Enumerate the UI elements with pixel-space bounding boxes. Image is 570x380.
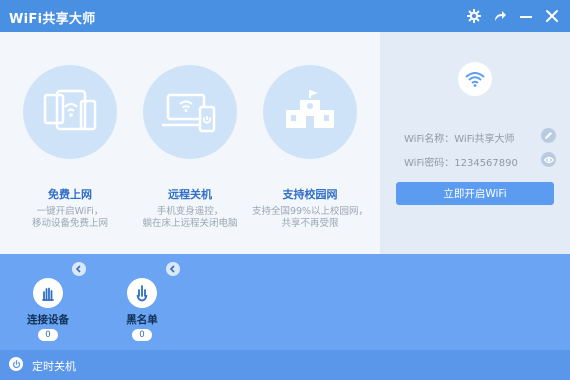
feature-desc-line: 手机变身遥控，: [156, 206, 224, 217]
feature-desc: 手机变身遥控， 躺在床上远程关闭电脑: [130, 206, 250, 230]
pencil-icon: [545, 132, 552, 139]
school-building-icon: [286, 90, 334, 128]
wifi-password-row: WiFi密码：1234567890: [404, 152, 556, 169]
hand-stop-icon: [136, 285, 148, 302]
chevron-left-icon: [75, 265, 81, 273]
wifi-settings-panel: WiFi名称：WiFi共享大师 WiFi密码：1234567890 立即开启Wi…: [380, 32, 570, 254]
blacklist-circle: [127, 278, 157, 308]
feature-label: 支持校园网: [282, 188, 338, 201]
collapse-devices-button[interactable]: [72, 262, 86, 276]
devices-icon: [43, 89, 97, 131]
feature-label: 远程关机: [168, 188, 212, 201]
connected-devices-circle: [33, 278, 63, 308]
app-window: WiFi共享大师 免费上网 一键开启WiFi， 移动设备免费上网 远程关机 手机…: [0, 0, 570, 380]
power-icon: [12, 359, 20, 368]
gear-icon: [467, 9, 481, 23]
connected-devices[interactable]: 连接设备 0: [18, 278, 78, 341]
feature-circle: [23, 65, 117, 159]
settings-button[interactable]: [464, 6, 484, 26]
start-wifi-button[interactable]: 立即开启WiFi: [396, 182, 554, 205]
title-bar: WiFi共享大师: [0, 0, 570, 32]
app-title: WiFi共享大师: [9, 12, 96, 27]
laptop-phone-icon: [162, 93, 216, 133]
feature-circle: [143, 65, 237, 159]
feature-desc-line: 共享不再受限: [281, 218, 339, 229]
close-button[interactable]: [542, 6, 562, 26]
toggle-password-button[interactable]: [541, 152, 556, 167]
collapse-blacklist-button[interactable]: [166, 262, 180, 276]
wifi-password-label: WiFi密码：: [404, 158, 455, 169]
share-arrow-icon: [495, 11, 506, 21]
footer-bar: 定时关机: [0, 350, 570, 380]
feature-desc-line: 支持全国99%以上校园网，: [251, 206, 369, 217]
window-controls: [464, 6, 562, 26]
blacklist-label: 黑名单: [126, 314, 158, 326]
close-icon: [546, 10, 558, 22]
blacklist-count: 0: [132, 329, 152, 341]
eye-icon: [543, 156, 554, 163]
device-panel: 连接设备 0 黑名单 0: [0, 254, 570, 350]
wifi-logo: [458, 62, 492, 96]
hand-wave-icon: [42, 287, 54, 301]
feature-campus-network[interactable]: 支持校园网 支持全国99%以上校园网， 共享不再受限: [250, 65, 370, 230]
feature-desc: 一键开启WiFi， 移动设备免费上网: [10, 206, 130, 230]
feature-remote-shutdown[interactable]: 远程关机 手机变身遥控， 躺在床上远程关闭电脑: [130, 65, 250, 230]
wifi-password-value: 1234567890: [454, 158, 518, 169]
feature-desc-line: 一键开启WiFi，: [36, 206, 104, 217]
wifi-icon: [465, 72, 485, 87]
blacklist[interactable]: 黑名单 0: [112, 278, 172, 341]
feature-label: 免费上网: [48, 188, 92, 201]
wifi-name-label: WiFi名称：: [404, 134, 455, 145]
timed-shutdown-label[interactable]: 定时关机: [32, 358, 76, 374]
minimize-button[interactable]: [516, 6, 536, 26]
feature-desc: 支持全国99%以上校园网， 共享不再受限: [250, 206, 370, 230]
feature-area: 免费上网 一键开启WiFi， 移动设备免费上网 远程关机 手机变身遥控， 躺在床…: [0, 32, 380, 254]
share-button[interactable]: [490, 6, 510, 26]
minimize-icon: [520, 16, 532, 18]
feature-desc-line: 移动设备免费上网: [31, 218, 108, 229]
wifi-name-value: WiFi共享大师: [454, 134, 515, 145]
wifi-name-row: WiFi名称：WiFi共享大师: [404, 128, 556, 145]
feature-desc-line: 躺在床上远程关闭电脑: [142, 218, 238, 229]
connected-devices-label: 连接设备: [27, 314, 69, 326]
timed-shutdown-toggle[interactable]: [9, 357, 23, 371]
feature-free-internet[interactable]: 免费上网 一键开启WiFi， 移动设备免费上网: [10, 65, 130, 230]
chevron-left-icon: [169, 265, 175, 273]
connected-devices-count: 0: [38, 329, 58, 341]
feature-circle: [263, 65, 357, 159]
edit-name-button[interactable]: [541, 128, 556, 143]
